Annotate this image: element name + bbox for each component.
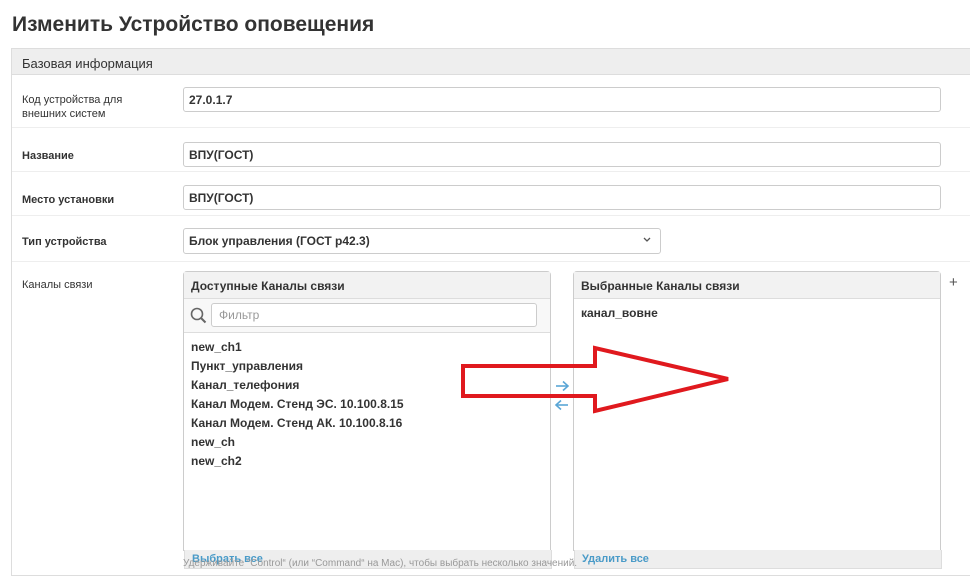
form-row-external-code: Код устройства для внешних систем 27.0.1… bbox=[12, 76, 970, 128]
list-item[interactable]: new_ch2 bbox=[191, 452, 543, 471]
name-field[interactable]: ВПУ(ГОСТ) bbox=[183, 142, 941, 167]
location-field[interactable]: ВПУ(ГОСТ) bbox=[183, 185, 941, 210]
chosen-channels-box: Выбранные Каналы связи канал_вовне Удали… bbox=[573, 271, 942, 569]
remove-all-link[interactable]: Удалить все bbox=[574, 550, 942, 569]
chevron-down-icon bbox=[643, 237, 651, 242]
form-row-location: Место установки ВПУ(ГОСТ) bbox=[12, 173, 970, 216]
list-item[interactable]: new_ch bbox=[191, 433, 543, 452]
device-type-value: Блок управления (ГОСТ р42.3) bbox=[189, 234, 370, 248]
fieldset-title: Базовая информация bbox=[12, 49, 970, 75]
fieldset-basic-info: Базовая информация Код устройства для вн… bbox=[11, 48, 970, 576]
list-item[interactable]: Пункт_управления bbox=[191, 357, 543, 376]
list-item[interactable]: new_ch1 bbox=[191, 338, 543, 357]
location-label: Место установки bbox=[22, 194, 115, 206]
filter-row: Фильтр bbox=[184, 299, 550, 333]
search-icon bbox=[190, 307, 207, 324]
available-channels-title: Доступные Каналы связи bbox=[184, 272, 550, 299]
available-channels-box: Доступные Каналы связи Фильтр new_ch1 Пу… bbox=[183, 271, 552, 569]
list-item[interactable]: Канал Модем. Стенд ЭС. 10.100.8.15 bbox=[191, 395, 543, 414]
list-item[interactable]: канал_вовне bbox=[581, 304, 933, 323]
form-row-name: Название ВПУ(ГОСТ) bbox=[12, 129, 970, 172]
device-type-select[interactable]: Блок управления (ГОСТ р42.3) bbox=[183, 228, 661, 254]
chosen-channels-title: Выбранные Каналы связи bbox=[574, 272, 940, 299]
filter-input[interactable]: Фильтр bbox=[211, 303, 537, 327]
page-title: Изменить Устройство оповещения bbox=[12, 13, 375, 36]
add-channel-button[interactable]: + bbox=[949, 274, 958, 291]
device-type-label: Тип устройства bbox=[22, 236, 107, 248]
external-code-label: Код устройства для внешних систем bbox=[22, 94, 123, 120]
list-item[interactable]: Канал_телефония bbox=[191, 376, 543, 395]
channels-label: Каналы связи bbox=[22, 279, 93, 291]
help-text: Удерживайте “Control“ (или “Command“ на … bbox=[183, 558, 578, 569]
chosen-channels-list[interactable]: канал_вовне bbox=[574, 299, 940, 328]
name-label: Название bbox=[22, 150, 74, 162]
external-code-field[interactable]: 27.0.1.7 bbox=[183, 87, 941, 112]
arrow-right-icon[interactable] bbox=[554, 378, 570, 394]
list-item[interactable]: Канал Модем. Стенд АК. 10.100.8.16 bbox=[191, 414, 543, 433]
form-row-device-type: Тип устройства Блок управления (ГОСТ р42… bbox=[12, 217, 970, 262]
available-channels-list[interactable]: new_ch1 Пункт_управления Канал_телефония… bbox=[184, 333, 550, 476]
arrow-left-icon[interactable] bbox=[554, 397, 570, 413]
